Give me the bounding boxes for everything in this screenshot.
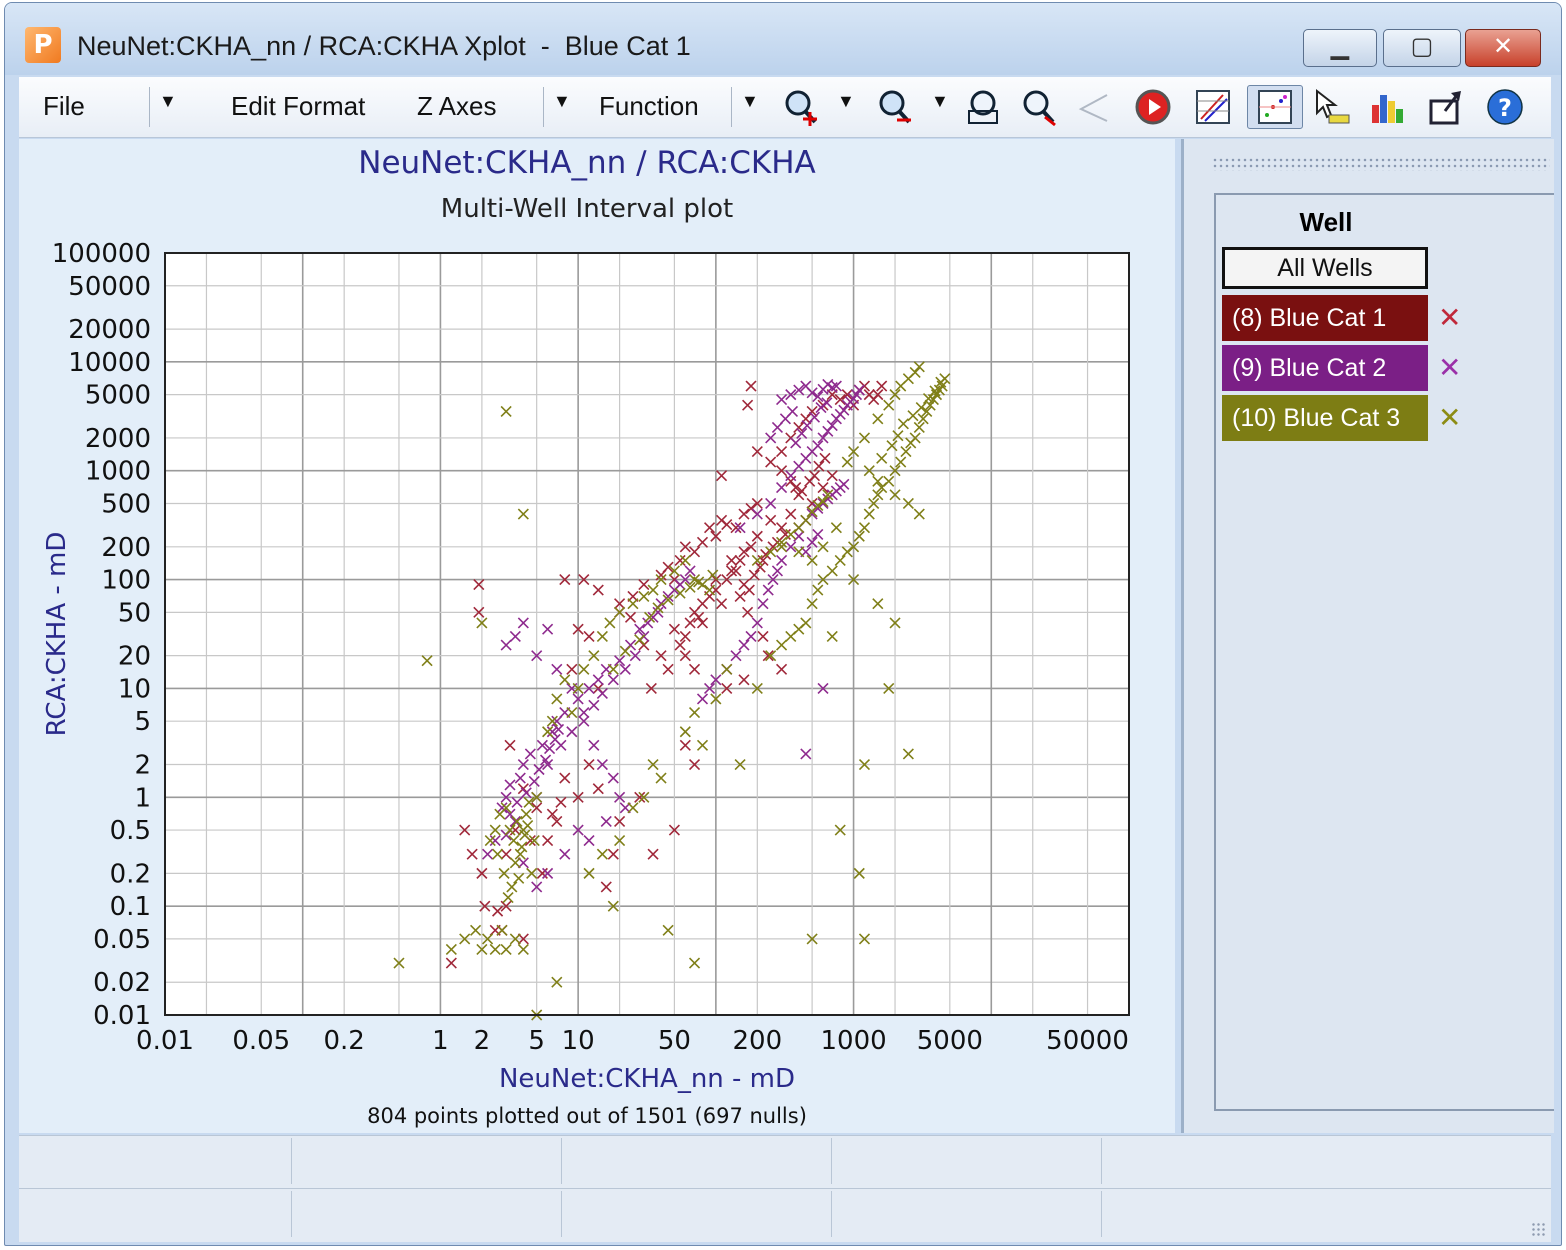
- zoom-in-icon[interactable]: [779, 85, 823, 129]
- status-cell: [19, 1138, 292, 1184]
- toolbar-separator: [731, 87, 732, 127]
- zoom-in-dropdown-arrow-icon[interactable]: ▼: [837, 91, 855, 112]
- y-tick-label: 100: [101, 566, 151, 596]
- help-icon[interactable]: ?: [1483, 85, 1527, 129]
- resize-grip-icon[interactable]: [1531, 1222, 1547, 1238]
- legend-item-blue-cat-1[interactable]: (8) Blue Cat 1: [1222, 295, 1428, 341]
- status-cell: [19, 1191, 292, 1237]
- title-bar[interactable]: P NeuNet:CKHA_nn / RCA:CKHA Xplot - Blue…: [5, 3, 1561, 75]
- legend-panel: Well All Wells (8) Blue Cat 1 ✕ (9) Blue…: [1181, 139, 1554, 1133]
- menu-z-axes[interactable]: Z Axes: [417, 91, 496, 122]
- x-tick-label: 0.05: [232, 1026, 290, 1056]
- x-tick-label: 1000: [820, 1026, 886, 1056]
- svg-text:?: ?: [1498, 94, 1512, 122]
- y-tick-label: 50000: [68, 272, 151, 302]
- y-tick-label: 10: [118, 674, 151, 704]
- select-points-icon[interactable]: [1309, 85, 1353, 129]
- y-tick-label: 100000: [52, 239, 151, 269]
- arrow-back-icon: [1071, 85, 1115, 129]
- y-tick-label: 200: [101, 533, 151, 563]
- status-cell: [291, 1191, 562, 1237]
- legend-marker-x-icon: ✕: [1438, 402, 1462, 433]
- status-cell: [561, 1191, 832, 1237]
- crossplot-chart[interactable]: NeuNet:CKHA_nn / RCA:CKHA Multi-Well Int…: [19, 139, 1175, 1133]
- y-tick-label: 10000: [68, 348, 151, 378]
- x-tick-label: 0.2: [323, 1026, 364, 1056]
- y-tick-label: 20000: [68, 315, 151, 345]
- legend-marker-x-icon: ✕: [1438, 302, 1462, 333]
- y-tick-label: 0.5: [110, 816, 151, 846]
- x-tick-label: 1: [432, 1026, 449, 1056]
- y-tick-label: 2: [134, 751, 151, 781]
- y-tick-label: 0.02: [93, 968, 151, 998]
- status-cell: [831, 1138, 1102, 1184]
- crossplot-icon[interactable]: [1247, 85, 1303, 129]
- zoom-out-dropdown-arrow-icon[interactable]: ▼: [931, 91, 949, 112]
- window-title: NeuNet:CKHA_nn / RCA:CKHA Xplot - Blue C…: [77, 31, 691, 61]
- histogram-overlay-icon[interactable]: [1191, 85, 1235, 129]
- menu-function[interactable]: Function: [599, 91, 699, 122]
- y-axis-label: RCA:CKHA - mD: [42, 532, 72, 737]
- y-tick-label: 1000: [85, 457, 151, 487]
- function-dropdown-arrow-icon[interactable]: ▼: [741, 91, 759, 112]
- legend-item-blue-cat-2[interactable]: (9) Blue Cat 2: [1222, 345, 1428, 391]
- well-legend-box: Well All Wells (8) Blue Cat 1 ✕ (9) Blue…: [1214, 193, 1554, 1111]
- menu-file[interactable]: File: [43, 91, 85, 122]
- x-tick-label: 2: [474, 1026, 491, 1056]
- toolbar-separator: [149, 87, 150, 127]
- x-axis-ticks: 0.01 0.05 0.2 1 2 5 10 50 200 1000 5000 50000: [136, 1026, 1129, 1056]
- y-tick-label: 5: [134, 707, 151, 737]
- status-row: [19, 1188, 1551, 1239]
- maximize-button[interactable]: ▢: [1383, 29, 1461, 67]
- status-cell: [291, 1138, 562, 1184]
- chart-subtitle: Multi-Well Interval plot: [441, 194, 733, 224]
- app-logo-icon: P: [25, 27, 61, 63]
- panel-grip-handle[interactable]: [1212, 157, 1550, 171]
- x-tick-label: 10: [562, 1026, 595, 1056]
- export-icon[interactable]: [1423, 85, 1467, 129]
- plot-area[interactable]: NeuNet:CKHA_nn / RCA:CKHA Multi-Well Int…: [19, 139, 1175, 1133]
- minimize-button[interactable]: ▁: [1303, 29, 1377, 67]
- x-axis-label: NeuNet:CKHA_nn - mD: [499, 1064, 795, 1094]
- legend-item-blue-cat-3[interactable]: (10) Blue Cat 3: [1222, 395, 1428, 441]
- x-tick-label: 50000: [1046, 1026, 1129, 1056]
- y-tick-label: 50: [118, 598, 151, 628]
- toolbar-separator: [543, 87, 544, 127]
- bar-chart-icon[interactable]: [1365, 85, 1409, 129]
- app-window: P NeuNet:CKHA_nn / RCA:CKHA Xplot - Blue…: [4, 2, 1562, 1246]
- x-tick-label: 50: [658, 1026, 691, 1056]
- y-tick-label: 2000: [85, 424, 151, 454]
- z-axes-dropdown-arrow-icon[interactable]: ▼: [553, 91, 571, 112]
- x-tick-label: 5: [528, 1026, 545, 1056]
- y-tick-label: 0.1: [110, 892, 151, 922]
- y-tick-label: 0.05: [93, 925, 151, 955]
- points-plotted-footnote: 804 points plotted out of 1501 (697 null…: [367, 1104, 807, 1128]
- zoom-reset-icon[interactable]: [1017, 85, 1061, 129]
- y-tick-label: 0.2: [110, 859, 151, 889]
- x-tick-label: 5000: [917, 1026, 983, 1056]
- status-bar: [19, 1135, 1551, 1242]
- y-tick-label: 20: [118, 642, 151, 672]
- zoom-window-icon[interactable]: [961, 85, 1005, 129]
- toolbar: File ▼ Edit Format Z Axes ▼ Function ▼ ▼…: [19, 77, 1551, 138]
- chart-title: NeuNet:CKHA_nn / RCA:CKHA: [358, 145, 815, 181]
- y-tick-label: 500: [101, 489, 151, 519]
- zoom-out-icon[interactable]: [873, 85, 917, 129]
- status-cell: [561, 1138, 832, 1184]
- all-wells-button[interactable]: All Wells: [1222, 247, 1428, 289]
- record-icon[interactable]: [1131, 85, 1175, 129]
- status-row: [19, 1136, 1551, 1186]
- y-tick-label: 1: [134, 783, 151, 813]
- x-tick-label: 0.01: [136, 1026, 194, 1056]
- legend-marker-x-icon: ✕: [1438, 352, 1462, 383]
- x-tick-label: 200: [732, 1026, 782, 1056]
- close-button[interactable]: ✕: [1465, 29, 1541, 67]
- menu-edit-format[interactable]: Edit Format: [231, 91, 365, 122]
- status-cell: [831, 1191, 1102, 1237]
- legend-title: Well: [1299, 207, 1353, 237]
- file-dropdown-arrow-icon[interactable]: ▼: [159, 91, 177, 112]
- y-tick-label: 5000: [85, 381, 151, 411]
